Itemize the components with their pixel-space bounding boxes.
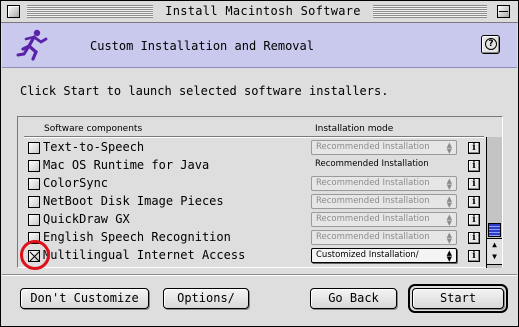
popup-arrows-icon: ▲ ▼	[446, 249, 452, 263]
scroll-up-icon[interactable]: ▲	[487, 238, 502, 252]
list-item[interactable]: Multilingual Internet Access Customized …	[18, 247, 486, 265]
list-item[interactable]: QuickDraw GX Recommended Installation ▲ ▼ …	[18, 211, 486, 229]
dont-customize-button[interactable]: Don't Customize	[20, 288, 149, 309]
close-box-icon[interactable]	[7, 5, 20, 18]
help-button[interactable]: ?	[481, 35, 500, 54]
start-button[interactable]: Start	[412, 288, 504, 309]
component-name: NetBoot Disk Image Pieces	[43, 194, 224, 208]
mode-label: Recommended Installation	[316, 214, 430, 224]
header-title: Custom Installation and Removal	[90, 39, 314, 53]
title-stripes-left	[27, 5, 153, 18]
info-button[interactable]: i	[468, 196, 480, 208]
component-name: Text-to-Speech	[43, 140, 145, 154]
component-checkbox[interactable]	[28, 178, 40, 190]
component-name: English Speech Recognition	[43, 230, 231, 244]
info-button[interactable]: i	[468, 250, 480, 262]
component-checkbox[interactable]	[28, 196, 40, 208]
list-item[interactable]: Mac OS Runtime for Java Recommended Inst…	[18, 157, 486, 175]
header-band: Custom Installation and Removal ?	[2, 23, 517, 68]
installer-window: Install Macintosh Software Custom Instal…	[0, 0, 519, 327]
scroll-thumb[interactable]	[488, 223, 501, 237]
component-name: Mac OS Runtime for Java	[43, 158, 210, 172]
popup-arrows-icon: ▲ ▼	[446, 231, 452, 245]
info-button[interactable]: i	[468, 232, 480, 244]
component-checkbox[interactable]	[28, 214, 40, 226]
instructions-text: Click Start to launch selected software …	[20, 84, 389, 98]
window-title: Install Macintosh Software	[153, 4, 373, 18]
info-button[interactable]: i	[468, 142, 480, 154]
highlight-annotation-circle	[20, 240, 50, 270]
list-item[interactable]: English Speech Recognition Recommended I…	[18, 229, 486, 247]
installation-mode-popup[interactable]: Customized Installation/ ▲ ▼	[311, 248, 457, 263]
installation-mode-popup[interactable]: Recommended Installation ▲ ▼	[311, 140, 457, 155]
popup-arrows-icon: ▲ ▼	[446, 177, 452, 191]
footer-divider-highlight	[2, 275, 517, 276]
scroll-down-icon[interactable]: ▼	[487, 251, 502, 265]
running-man-icon	[16, 29, 48, 61]
component-checkbox[interactable]	[28, 160, 40, 172]
components-list: Software components Installation mode Te…	[17, 116, 503, 268]
column-header-components: Software components	[44, 124, 143, 134]
component-name: Multilingual Internet Access	[43, 248, 246, 262]
component-name: ColorSync	[43, 176, 109, 190]
installation-mode-popup[interactable]: Recommended Installation ▲ ▼	[311, 230, 457, 245]
component-checkbox[interactable]	[28, 142, 40, 154]
popup-arrows-icon: ▲ ▼	[446, 141, 452, 155]
installation-mode-label: Recommended Installation	[311, 158, 457, 173]
mode-label: Customized Installation/	[316, 250, 419, 260]
list-item[interactable]: NetBoot Disk Image Pieces Recommended In…	[18, 193, 486, 211]
title-bar[interactable]: Install Macintosh Software	[1, 1, 518, 23]
collapse-box-icon[interactable]	[497, 5, 510, 18]
installation-mode-popup[interactable]: Recommended Installation ▲ ▼	[311, 176, 457, 191]
go-back-button[interactable]: Go Back	[310, 288, 397, 309]
mode-label: Recommended Installation	[316, 196, 430, 206]
mode-label: Recommended Installation	[316, 232, 430, 242]
info-button[interactable]: i	[468, 160, 480, 172]
column-header-mode: Installation mode	[315, 124, 394, 134]
options-button[interactable]: Options/	[163, 288, 249, 309]
title-stripes-right	[373, 5, 487, 18]
list-rows: Text-to-Speech Recommended Installation ▲…	[18, 137, 486, 267]
help-icon: ?	[485, 38, 497, 50]
info-button[interactable]: i	[468, 214, 480, 226]
list-item[interactable]: Text-to-Speech Recommended Installation ▲…	[18, 139, 486, 157]
installation-mode-popup[interactable]: Recommended Installation ▲ ▼	[311, 212, 457, 227]
component-name: QuickDraw GX	[43, 212, 130, 226]
mode-label: Recommended Installation	[316, 178, 430, 188]
popup-arrows-icon: ▲ ▼	[446, 213, 452, 227]
installation-mode-popup[interactable]: Recommended Installation ▲ ▼	[311, 194, 457, 209]
list-scrollbar[interactable]: ▲ ▼	[486, 137, 502, 268]
popup-arrows-icon: ▲ ▼	[446, 195, 452, 209]
mode-label: Recommended Installation	[316, 142, 430, 152]
list-item[interactable]: ColorSync Recommended Installation ▲ ▼ i	[18, 175, 486, 193]
mode-label: Recommended Installation	[315, 159, 429, 169]
info-button[interactable]: i	[468, 178, 480, 190]
